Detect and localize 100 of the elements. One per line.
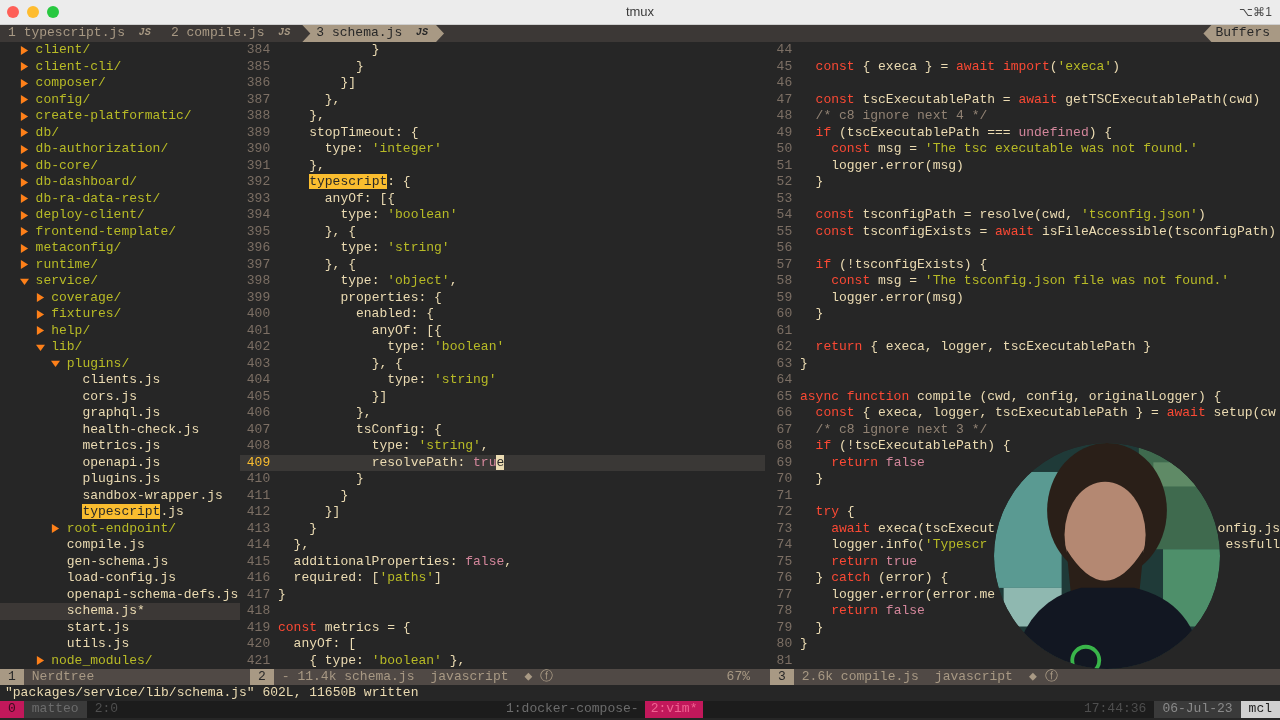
file-item[interactable]: plugins.js	[82, 471, 161, 488]
file-item[interactable]: load-config.js	[66, 570, 176, 587]
code-line: if (!tscExecutablePath) {	[814, 438, 1011, 455]
folder-item[interactable]: help/	[51, 322, 91, 339]
line-number: 401	[245, 322, 272, 339]
tab[interactable]: 1 typescript.js JS	[0, 25, 163, 42]
folder-item[interactable]: fixtures/	[51, 306, 122, 323]
line-number: 73	[775, 520, 794, 537]
code-line: const msg = 'The tsconfig.json file was not found.'	[830, 273, 1230, 290]
folder-item[interactable]: db-ra-data-rest/	[35, 190, 161, 207]
file-item[interactable]: clients.js	[82, 372, 161, 389]
pane-number: 1	[0, 669, 24, 685]
file-item[interactable]: utils.js	[66, 636, 130, 653]
folder-item[interactable]: runtime/	[35, 256, 98, 273]
code-line: enabled: {	[355, 306, 435, 323]
code-line: async function compile (cwd, config, originalLogger) {	[800, 388, 1222, 405]
folder-item[interactable]: deploy-client/	[35, 207, 145, 224]
folder-item[interactable]: config/	[35, 91, 91, 108]
filetype-label: javascript	[429, 669, 510, 685]
code-line: }	[278, 586, 286, 603]
line-number: 392	[245, 174, 272, 191]
line-number: 66	[775, 405, 794, 422]
file-item[interactable]: compile.js	[66, 537, 145, 554]
shortcut-label: ⌥⌘1	[1239, 3, 1273, 21]
file-item[interactable]: openapi.js	[82, 454, 161, 471]
line-number: 416	[245, 570, 272, 587]
folder-item[interactable]: client-cli/	[35, 58, 122, 75]
code-line: logger.error(error.me	[830, 586, 996, 603]
code-line: type: 'string',	[370, 438, 489, 455]
folder-item[interactable]: root-endpoint/	[66, 520, 176, 537]
folder-item[interactable]: lib/	[51, 339, 83, 356]
line-number: 420	[245, 636, 272, 653]
line-number: 399	[245, 289, 272, 306]
code-line: const { execa, logger, tscExecutablePath } = await setup(cw	[814, 405, 1276, 422]
zoom-button[interactable]	[47, 6, 59, 18]
folder-item[interactable]: db-dashboard/	[35, 174, 137, 191]
file-item[interactable]: sandbox-wrapper.js	[82, 487, 223, 504]
file-item[interactable]: health-check.js	[82, 421, 200, 438]
line-number: 412	[245, 504, 272, 521]
folder-item[interactable]: db-authorization/	[35, 141, 169, 158]
folder-item[interactable]: node_modules/	[51, 652, 153, 669]
tab[interactable]: 2 compile.js JS	[162, 25, 303, 42]
minimize-button[interactable]	[27, 6, 39, 18]
line-number: 410	[245, 471, 272, 488]
line-number: 52	[775, 174, 794, 191]
command-line: "packages/service/lib/schema.js" 602L, 11650B written	[5, 684, 419, 702]
line-number: 72	[775, 504, 794, 521]
line-number: 47	[775, 91, 794, 108]
code-line: },	[355, 405, 372, 422]
code-line: }, {	[370, 355, 403, 372]
line-number: 80	[775, 636, 794, 653]
line-number: 409	[245, 454, 272, 471]
line-number: 54	[775, 207, 794, 224]
file-item[interactable]: gen-schema.js	[66, 553, 169, 570]
code-line: }	[800, 636, 808, 653]
folder-item[interactable]: plugins/	[66, 355, 130, 372]
folder-item[interactable]: coverage/	[51, 289, 122, 306]
tab[interactable]: 3 schema.js JS	[302, 25, 444, 42]
line-number: 402	[245, 339, 272, 356]
line-number: 413	[245, 520, 272, 537]
pane-number: 2	[250, 669, 274, 685]
pane-number: 3	[770, 669, 794, 685]
folder-item[interactable]: frontend-template/	[35, 223, 177, 240]
code-line: }	[339, 487, 349, 504]
code-line: type: 'object',	[339, 273, 458, 290]
code-line: typescript: {	[308, 174, 411, 191]
file-item[interactable]: metrics.js	[82, 438, 161, 455]
code-line: resolvePath: true	[370, 454, 505, 471]
folder-item[interactable]: composer/	[35, 75, 106, 92]
file-item[interactable]: schema.js*	[66, 603, 145, 620]
line-number: 46	[775, 75, 794, 92]
folder-item[interactable]: service/	[35, 273, 98, 290]
file-item[interactable]: cors.js	[82, 388, 137, 405]
folder-item[interactable]: db-core/	[35, 157, 98, 174]
line-number: 77	[775, 586, 794, 603]
file-item[interactable]: start.js	[66, 619, 130, 636]
line-number: 397	[245, 256, 272, 273]
line-number: 62	[775, 339, 794, 356]
line-number: 404	[245, 372, 272, 389]
line-number: 74	[775, 537, 794, 554]
line-number: 68	[775, 438, 794, 455]
code-line: },	[323, 91, 341, 108]
code-line: type: 'string'	[386, 372, 497, 389]
line-number: 406	[245, 405, 272, 422]
code-line: /* c8 ignore next 4 */	[814, 108, 988, 125]
code-line: } catch (error) {	[814, 570, 949, 587]
file-item[interactable]: openapi-schema-defs.js	[66, 586, 239, 603]
folder-item[interactable]: create-platformatic/	[35, 108, 192, 125]
line-number: 395	[245, 223, 272, 240]
file-item[interactable]: graphql.js	[82, 405, 161, 422]
line-number: 75	[775, 553, 794, 570]
folder-item[interactable]: metaconfig/	[35, 240, 122, 257]
line-number: 61	[775, 322, 794, 339]
folder-item[interactable]: db/	[35, 124, 59, 141]
status-marks: ◆ ⓕ	[1027, 669, 1059, 685]
code-line: onfig.js	[1217, 520, 1280, 537]
close-button[interactable]	[7, 6, 19, 18]
folder-item[interactable]: client/	[35, 42, 91, 59]
host-label: mcl	[1240, 701, 1280, 718]
code-line: type: 'boolean'	[386, 339, 505, 356]
